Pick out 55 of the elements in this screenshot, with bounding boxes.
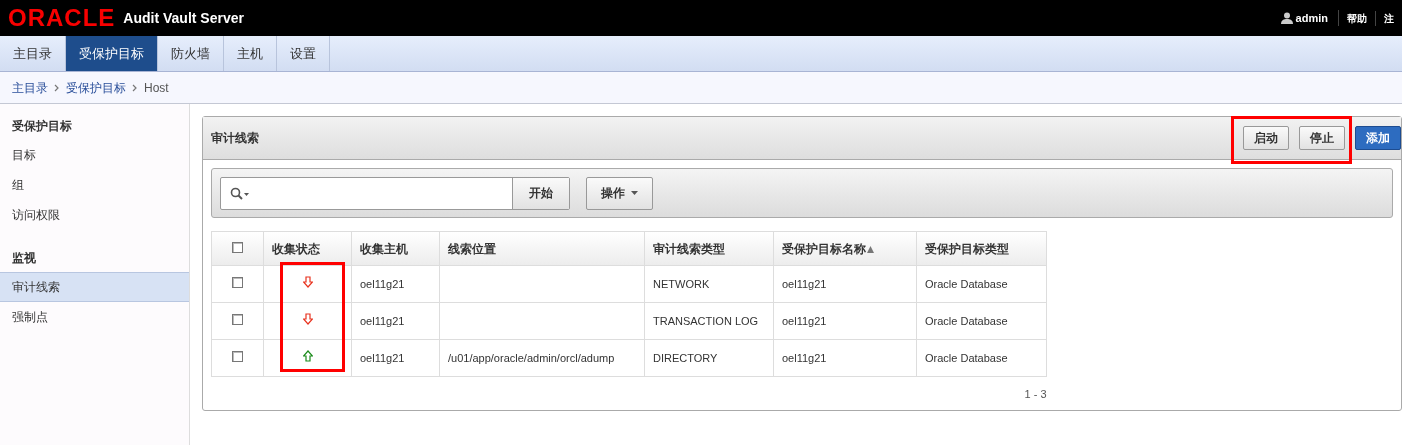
- header-link[interactable]: 注: [1376, 10, 1394, 26]
- search-field[interactable]: 开始: [220, 176, 570, 210]
- search-icon[interactable]: [230, 186, 250, 201]
- table-cell: oel11g21: [782, 277, 827, 290]
- table-cell: DIRECTORY: [653, 351, 718, 364]
- breadcrumb-link[interactable]: 受保护目标: [66, 78, 126, 97]
- sidebar-item[interactable]: 组: [0, 170, 189, 200]
- checkbox[interactable]: [232, 314, 243, 325]
- go-button[interactable]: 开始: [512, 177, 569, 209]
- checkbox[interactable]: [232, 241, 243, 253]
- user-name[interactable]: admin: [1295, 9, 1339, 27]
- logo: ORACLE: [8, 6, 116, 30]
- user-icon: [1280, 12, 1293, 24]
- breadcrumb-current: Host: [144, 79, 169, 97]
- column-header[interactable]: 受保护目标类型: [916, 231, 1047, 266]
- table-cell: Oracle Database: [925, 351, 1008, 364]
- sidebar-item[interactable]: 强制点: [0, 302, 189, 332]
- table-cell: oel11g21: [360, 277, 405, 290]
- column-header[interactable]: 收集主机: [351, 231, 440, 266]
- chevron-icon: [54, 83, 60, 92]
- header-button[interactable]: 添加: [1355, 126, 1401, 150]
- column-header[interactable]: 收集状态: [263, 231, 352, 266]
- nav-tab[interactable]: 受保护目标: [66, 36, 158, 71]
- breadcrumb-link[interactable]: 主目录: [12, 78, 48, 97]
- table-cell: oel11g21: [782, 314, 827, 327]
- table-cell: NETWORK: [653, 277, 710, 290]
- table-cell: /u01/app/oracle/admin/orcl/adump: [448, 351, 615, 364]
- column-header[interactable]: 受保护目标名称: [773, 231, 917, 266]
- nav-tab[interactable]: 主机: [224, 36, 277, 71]
- sidebar-item[interactable]: 访问权限: [0, 200, 189, 230]
- nav-tab[interactable]: 设置: [277, 36, 330, 71]
- product-name: Audit Vault Server: [123, 8, 244, 28]
- table-cell: Oracle Database: [925, 277, 1008, 290]
- sidebar-heading: 监视: [11, 250, 37, 267]
- header-link[interactable]: 帮助: [1339, 10, 1376, 26]
- header-button[interactable]: 停止: [1299, 126, 1345, 150]
- checkbox[interactable]: [232, 351, 243, 362]
- table-cell: TRANSACTION LOG: [653, 314, 759, 327]
- header-button[interactable]: 启动: [1243, 126, 1289, 150]
- sidebar-item[interactable]: 审计线索: [0, 272, 189, 302]
- table-cell: Oracle Database: [925, 314, 1008, 327]
- caret-icon: [631, 191, 638, 195]
- sidebar-heading: 受保护目标: [11, 118, 73, 135]
- table-cell: oel11g21: [782, 351, 827, 364]
- column-header[interactable]: 审计线索类型: [644, 231, 774, 266]
- panel-title: 审计线索: [211, 130, 259, 147]
- chevron-icon: [132, 83, 138, 92]
- table-cell: oel11g21: [360, 314, 405, 327]
- actions-menu-button[interactable]: 操作: [586, 176, 653, 210]
- checkbox[interactable]: [232, 277, 243, 288]
- table-cell: oel11g21: [360, 351, 405, 364]
- column-header[interactable]: 线索位置: [439, 231, 645, 266]
- row-range: 1 - 3: [1024, 388, 1047, 400]
- sidebar-item[interactable]: 目标: [0, 140, 189, 170]
- nav-tab[interactable]: 防火墙: [158, 36, 224, 71]
